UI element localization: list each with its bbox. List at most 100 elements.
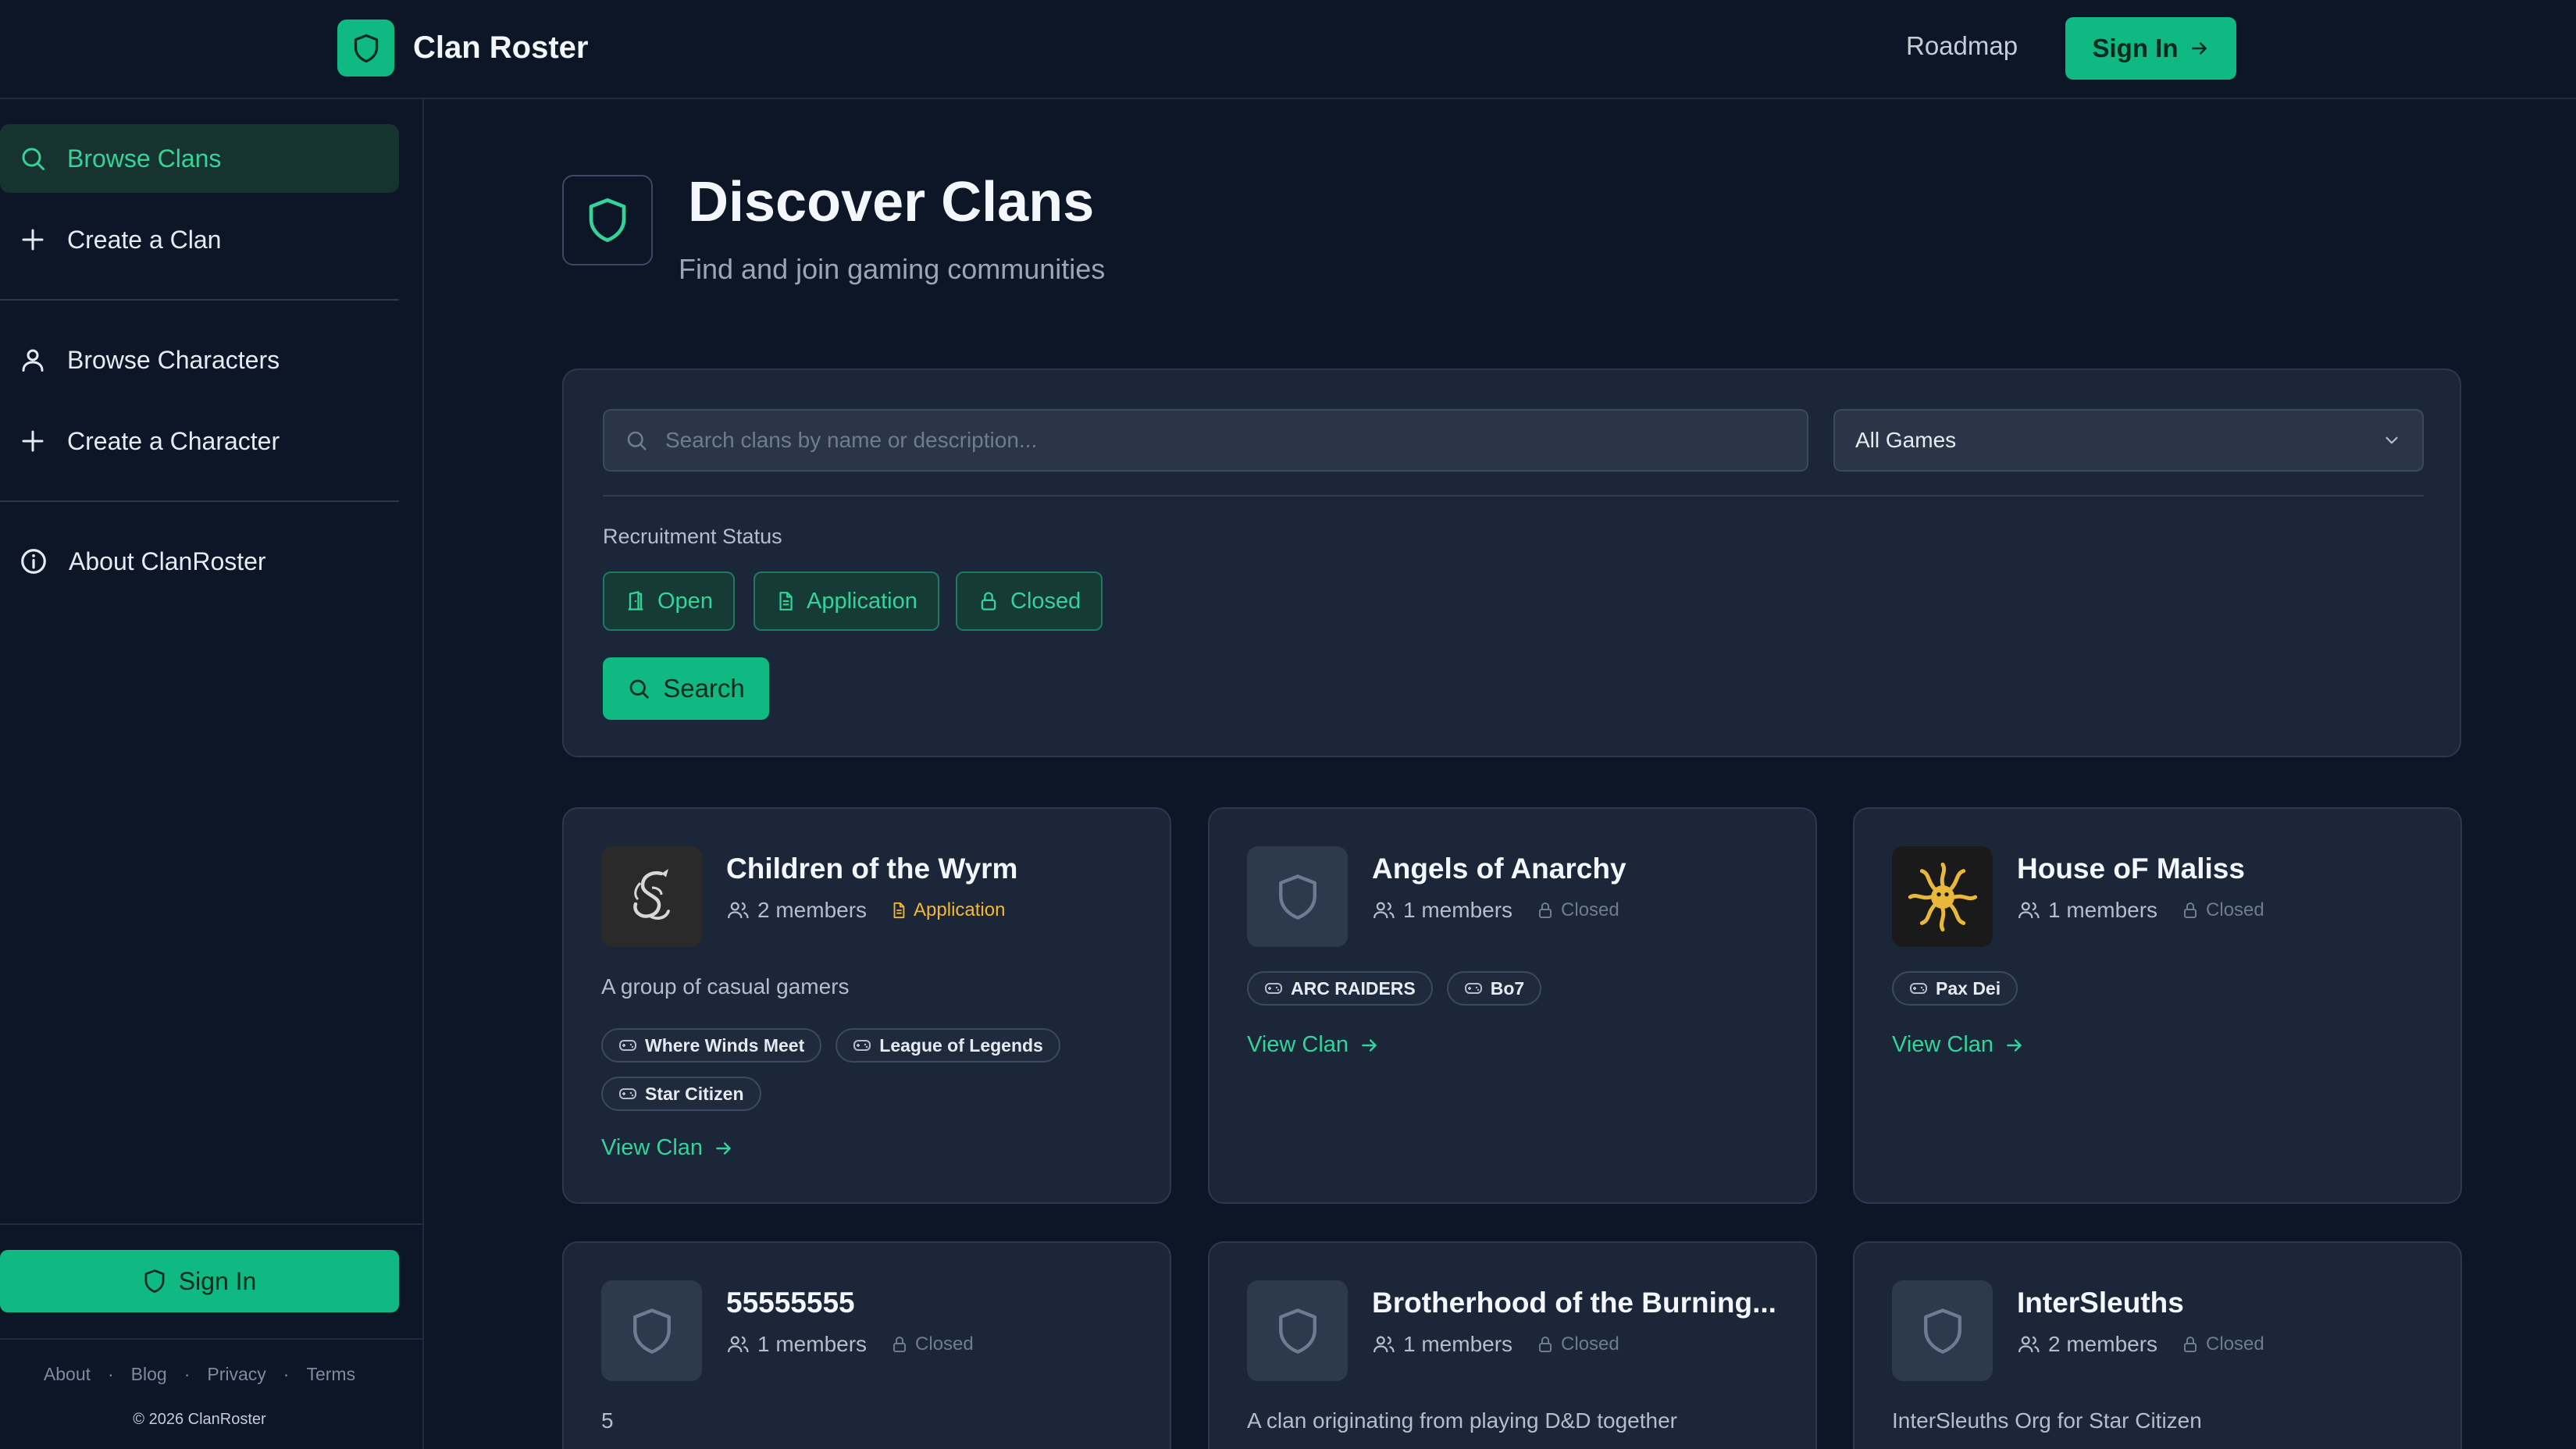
users-icon xyxy=(1374,902,1395,919)
arrow-right-icon xyxy=(2191,42,2207,55)
search-icon xyxy=(629,679,649,699)
clan-card[interactable]: Brotherhood of the Burning... 1 members … xyxy=(1208,1241,1817,1449)
status-closed-button[interactable]: Closed xyxy=(956,571,1103,631)
game-tag: League of Legends xyxy=(836,1028,1060,1063)
gamepad-icon xyxy=(853,1040,871,1051)
search-icon xyxy=(22,148,45,170)
door-open-icon xyxy=(628,591,643,611)
filter-panel: All Games Recruitment Status Open Applic… xyxy=(562,368,2461,757)
status-open-button[interactable]: Open xyxy=(603,571,735,631)
search-input[interactable] xyxy=(665,428,1758,453)
users-icon xyxy=(2018,1336,2040,1353)
clan-name[interactable]: House oF Maliss xyxy=(2017,853,2245,885)
footer-link-terms[interactable]: Terms xyxy=(306,1364,355,1385)
view-clan-link[interactable]: View Clan xyxy=(601,1135,734,1161)
clan-name[interactable]: Children of the Wyrm xyxy=(726,853,1017,885)
lock-icon xyxy=(2184,902,2197,918)
view-clan-label: View Clan xyxy=(1892,1032,1994,1057)
users-icon xyxy=(728,1336,749,1353)
game-tag: Pax Dei xyxy=(1892,971,2018,1006)
member-count: 1 members xyxy=(757,1332,868,1356)
clan-description: A clan originating from playing D&D toge… xyxy=(1247,1408,1677,1433)
search-field[interactable] xyxy=(603,409,1808,472)
footer-link-blog[interactable]: Blog xyxy=(131,1364,167,1385)
clan-name[interactable]: Brotherhood of the Burning... xyxy=(1372,1287,1776,1319)
brand[interactable]: Clan Roster xyxy=(337,20,589,77)
footer-link-about[interactable]: About xyxy=(44,1364,91,1385)
game-tag: Where Winds Meet xyxy=(601,1028,822,1063)
clan-meta: 2 members Closed xyxy=(2017,1332,2264,1357)
clan-meta: 1 members Closed xyxy=(1372,898,1619,923)
sidebar-divider xyxy=(0,299,399,301)
sidebar-item-browse-characters[interactable]: Browse Characters xyxy=(0,326,399,394)
gamepad-icon xyxy=(1910,983,1927,994)
separator-dot: · xyxy=(183,1364,191,1384)
view-clan-link[interactable]: View Clan xyxy=(1892,1032,2025,1058)
view-clan-label: View Clan xyxy=(1247,1032,1349,1057)
arrow-right-icon xyxy=(1362,1038,1377,1052)
page-title: Discover Clans xyxy=(688,171,1095,233)
status-badge: Closed xyxy=(2181,899,2264,921)
clan-card[interactable]: House oF Maliss 1 members Closed Pax Dei… xyxy=(1853,807,2462,1204)
member-count: 1 members xyxy=(1403,898,1513,922)
clan-description: 5 xyxy=(601,1408,614,1433)
gamepad-icon xyxy=(619,1040,636,1051)
gamepad-icon xyxy=(1464,983,1482,994)
users-icon xyxy=(2018,902,2040,919)
status-label: Closed xyxy=(2206,1333,2264,1355)
sidebar-item-create-character[interactable]: Create a Character xyxy=(0,407,399,475)
gamepad-icon xyxy=(619,1088,636,1099)
copyright: © 2026 ClanRoster xyxy=(133,1411,266,1428)
search-button[interactable]: Search xyxy=(603,657,769,720)
sidebar-item-label: Create a Clan xyxy=(67,225,222,254)
sidebar-item-about[interactable]: About ClanRoster xyxy=(0,527,399,596)
clan-name[interactable]: InterSleuths xyxy=(2017,1287,2184,1319)
plus-icon xyxy=(22,430,44,452)
game-tag-label: Bo7 xyxy=(1490,977,1525,999)
shield-icon xyxy=(1247,1280,1348,1381)
clan-name[interactable]: Angels of Anarchy xyxy=(1372,853,1626,885)
status-label: Application xyxy=(807,588,917,614)
status-label: Closed xyxy=(1561,1333,1619,1355)
kraken-emblem-icon xyxy=(1892,846,1993,947)
clan-name[interactable]: 55555555 xyxy=(726,1287,855,1319)
sidebar: Browse Clans Create a Clan Browse Charac… xyxy=(0,99,424,1449)
game-select[interactable]: All Games xyxy=(1833,409,2424,472)
status-label: Closed xyxy=(2206,899,2264,920)
status-label: Closed xyxy=(1010,588,1081,614)
roadmap-link[interactable]: Roadmap xyxy=(1906,31,2018,61)
info-icon xyxy=(21,549,46,574)
lock-icon xyxy=(1539,902,1552,918)
status-badge: Closed xyxy=(1536,1333,1619,1355)
clan-card[interactable]: Angels of Anarchy 1 members Closed ARC R… xyxy=(1208,807,1817,1204)
sidebar-item-label: About ClanRoster xyxy=(69,546,266,575)
search-button-label: Search xyxy=(663,674,745,703)
clan-card[interactable]: 55555555 1 members Closed 5 xyxy=(562,1241,1171,1449)
status-label: Open xyxy=(657,588,713,614)
arrow-right-icon xyxy=(2007,1038,2022,1052)
shield-icon xyxy=(1247,846,1348,947)
sidebar-item-browse-clans[interactable]: Browse Clans xyxy=(0,124,399,193)
separator-dot: · xyxy=(283,1364,290,1384)
lock-icon xyxy=(2184,1336,2197,1352)
clan-card[interactable]: InterSleuths 2 members Closed InterSleut… xyxy=(1853,1241,2462,1449)
game-tag-label: ARC RAIDERS xyxy=(1291,977,1416,999)
game-tag-label: Where Winds Meet xyxy=(645,1034,805,1056)
game-tags: Where Winds Meet League of Legends Star … xyxy=(601,1028,1148,1111)
gamepad-icon xyxy=(1265,983,1282,994)
footer-link-privacy[interactable]: Privacy xyxy=(207,1364,265,1385)
view-clan-link[interactable]: View Clan xyxy=(1247,1032,1380,1058)
sidebar-sign-in-button[interactable]: Sign In xyxy=(0,1250,399,1312)
user-icon xyxy=(22,349,44,372)
sign-in-button[interactable]: Sign In xyxy=(2065,17,2236,80)
shield-logo-icon xyxy=(337,20,394,77)
game-tag: ARC RAIDERS xyxy=(1247,971,1433,1006)
separator-dot: · xyxy=(108,1364,114,1384)
clan-card[interactable]: Children of the Wyrm 2 members Applicati… xyxy=(562,807,1171,1204)
lock-icon xyxy=(1539,1336,1552,1352)
brand-name: Clan Roster xyxy=(413,30,589,65)
member-count: 1 members xyxy=(2048,898,2158,922)
sidebar-item-create-clan[interactable]: Create a Clan xyxy=(0,205,399,274)
status-application-button[interactable]: Application xyxy=(754,571,939,631)
status-badge: Application xyxy=(890,899,1005,921)
